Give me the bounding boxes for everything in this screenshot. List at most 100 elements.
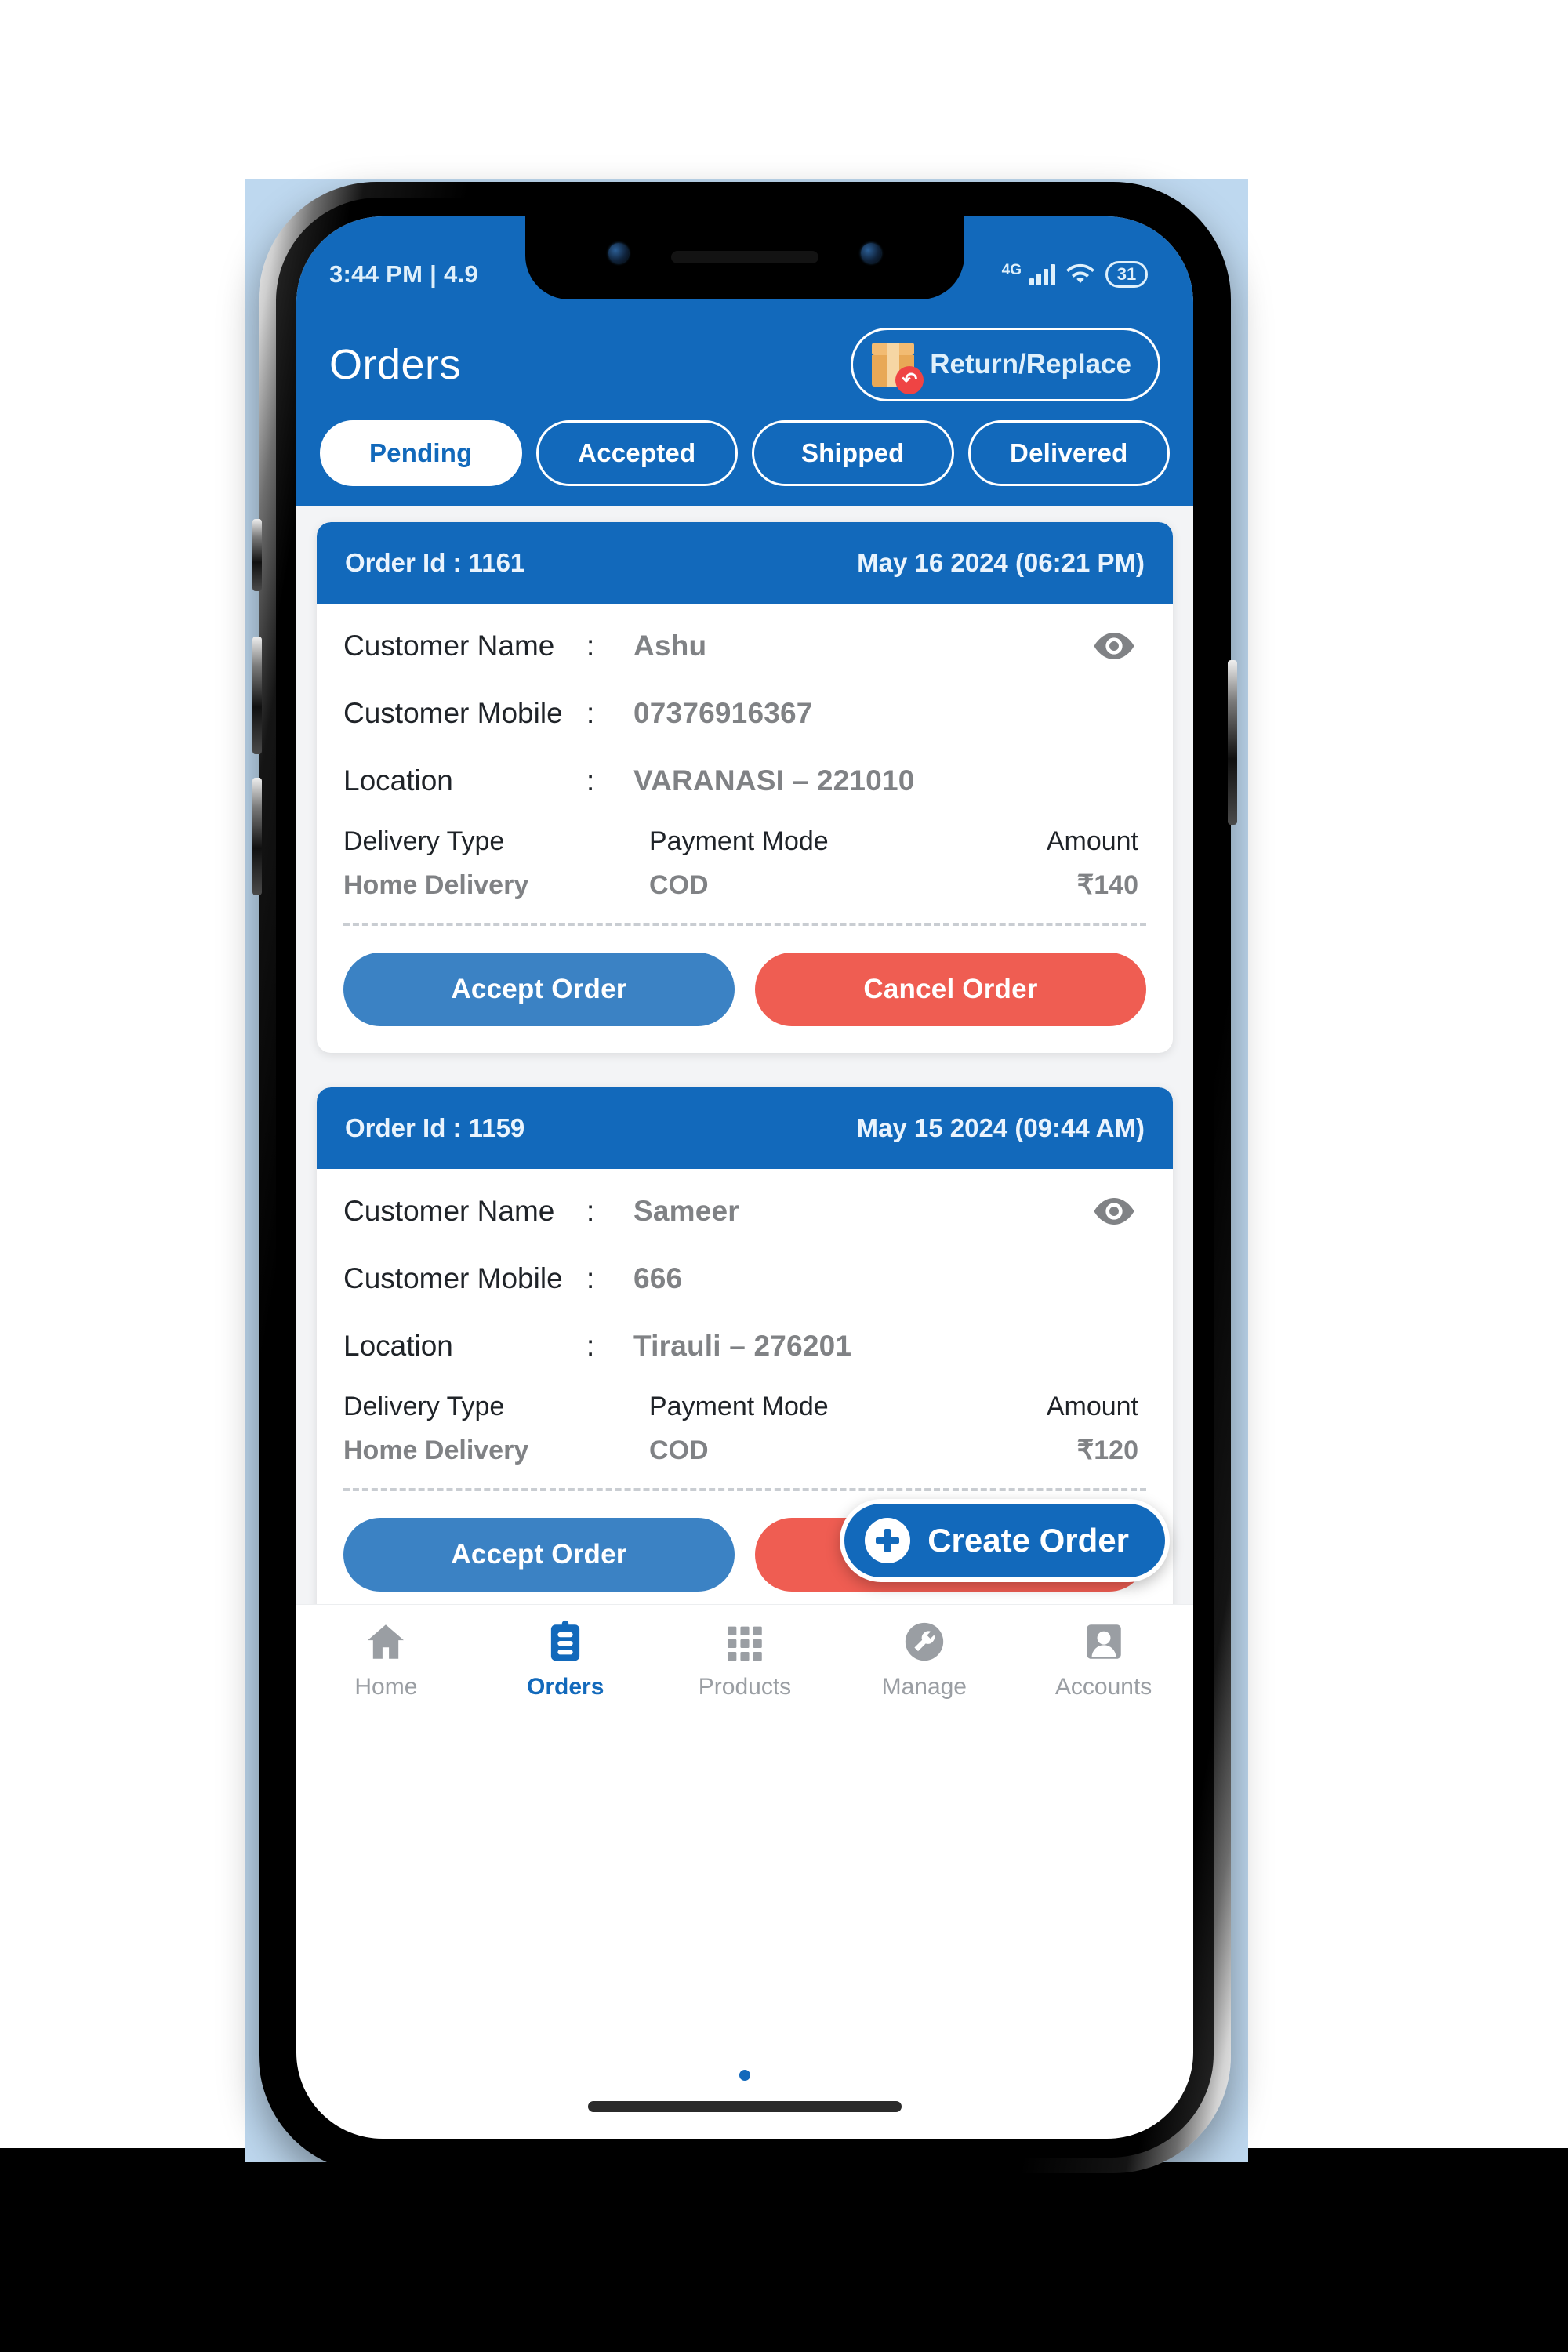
display-notch — [525, 216, 964, 299]
create-order-label: Create Order — [927, 1522, 1129, 1559]
clipboard-icon — [551, 1620, 580, 1661]
customer-name-row: Customer Name : Sameer — [343, 1189, 1146, 1233]
order-card-body: Customer Name : Ashu Customer Mobile: 0… — [317, 604, 1173, 1053]
bottom-black-band — [0, 2148, 1568, 2352]
tab-pending[interactable]: Pending — [320, 420, 522, 486]
delivery-type-value: Home Delivery — [343, 1435, 529, 1465]
grid-icon — [728, 1626, 762, 1661]
accept-order-button[interactable]: Accept Order — [343, 1518, 735, 1592]
status-bar: 3:44 PM | 4.9 4G 31 — [296, 216, 1193, 310]
plus-circle-icon — [865, 1518, 911, 1563]
page-indicator-wrap — [296, 2062, 1193, 2081]
status-indicators: 4G 31 — [1002, 261, 1148, 288]
customer-mobile-value: 666 — [633, 1262, 683, 1294]
screenshot-stage: 3:44 PM | 4.9 4G 31 Orders ↶ Return/Repl… — [0, 0, 1568, 2352]
mute-switch-button[interactable] — [252, 519, 262, 591]
page-title: Orders — [329, 341, 462, 388]
order-meta-headers: Delivery Type Payment Mode Amount — [343, 1392, 1146, 1422]
order-meta-headers: Delivery Type Payment Mode Amount — [343, 826, 1146, 857]
customer-mobile-row: Customer Mobile : 666 — [343, 1257, 1146, 1301]
location-value: Tirauli – 276201 — [633, 1330, 852, 1362]
person-icon — [1086, 1624, 1121, 1659]
earpiece-speaker — [671, 251, 818, 263]
amount-label: Amount — [1046, 826, 1138, 856]
location-row: Location : Tirauli – 276201 — [343, 1324, 1146, 1368]
depth-sensor-icon — [861, 243, 881, 263]
payment-mode-label: Payment Mode — [649, 1392, 829, 1421]
order-meta-values: Home Delivery COD ₹140 — [343, 869, 1146, 901]
cancel-order-button[interactable]: Cancel Order — [755, 953, 1146, 1026]
package-return-icon: ↶ — [872, 343, 924, 394]
order-card-header: Order Id : 1161 May 16 2024 (06:21 PM) — [317, 522, 1173, 604]
colon-separator: : — [586, 764, 595, 797]
status-time: 3:44 PM | 4.9 — [329, 260, 479, 288]
nav-item-products[interactable]: Products — [655, 1619, 835, 1700]
return-replace-label: Return/Replace — [930, 349, 1131, 379]
colon-separator: : — [586, 1262, 595, 1294]
tab-shipped[interactable]: Shipped — [752, 420, 954, 486]
order-actions: Accept Order Cancel Order — [343, 926, 1146, 1053]
home-icon — [368, 1624, 405, 1659]
order-id: Order Id : 1159 — [345, 1113, 525, 1142]
power-button[interactable] — [1228, 660, 1237, 825]
colon-separator: : — [586, 697, 595, 729]
payment-mode-value: COD — [649, 1435, 709, 1465]
location-label: Location — [343, 1330, 453, 1362]
customer-name-value: Ashu — [633, 630, 707, 662]
nav-label-products: Products — [698, 1674, 792, 1700]
colon-separator: : — [586, 1195, 595, 1227]
orders-list[interactable]: Order Id : 1161 May 16 2024 (06:21 PM) C… — [296, 506, 1193, 1604]
amount-value: ₹140 — [1076, 870, 1138, 900]
wrench-icon — [905, 1622, 943, 1661]
tab-accepted[interactable]: Accepted — [535, 420, 738, 486]
delivery-type-value: Home Delivery — [343, 869, 529, 900]
volume-up-button[interactable] — [252, 637, 262, 754]
location-label: Location — [343, 764, 453, 797]
customer-mobile-label: Customer Mobile — [343, 697, 563, 729]
create-order-button[interactable]: Create Order — [840, 1499, 1170, 1582]
nav-item-orders[interactable]: Orders — [476, 1619, 655, 1700]
order-card-header: Order Id : 1159 May 15 2024 (09:44 AM) — [317, 1087, 1173, 1169]
app-header: Orders ↶ Return/Replace — [296, 310, 1193, 409]
colon-separator: : — [586, 630, 595, 662]
nav-item-home[interactable]: Home — [296, 1619, 476, 1700]
order-status-tabs: Pending Accepted Shipped Delivered — [296, 409, 1193, 506]
volume-down-button[interactable] — [252, 778, 262, 895]
network-type-label: 4G — [1001, 262, 1022, 278]
customer-name-label: Customer Name — [343, 1195, 555, 1227]
view-details-eye-icon[interactable] — [1093, 633, 1135, 659]
view-details-eye-icon[interactable] — [1093, 1198, 1135, 1225]
customer-name-row: Customer Name : Ashu — [343, 624, 1146, 668]
nav-item-manage[interactable]: Manage — [834, 1619, 1014, 1700]
customer-mobile-label: Customer Mobile — [343, 1262, 563, 1294]
customer-name-label: Customer Name — [343, 630, 555, 662]
order-date: May 15 2024 (09:44 AM) — [856, 1113, 1145, 1142]
nav-label-manage: Manage — [881, 1674, 967, 1700]
battery-indicator: 31 — [1105, 261, 1148, 288]
delivery-type-label: Delivery Type — [343, 826, 505, 856]
customer-mobile-row: Customer Mobile : 07376916367 — [343, 691, 1146, 735]
wifi-icon — [1066, 263, 1094, 283]
return-replace-button[interactable]: ↶ Return/Replace — [851, 328, 1160, 401]
tab-delivered[interactable]: Delivered — [967, 420, 1170, 486]
home-indicator-bar[interactable] — [588, 2101, 902, 2112]
order-card[interactable]: Order Id : 1161 May 16 2024 (06:21 PM) C… — [317, 522, 1173, 1053]
customer-name-value: Sameer — [633, 1195, 739, 1227]
nav-item-accounts[interactable]: Accounts — [1014, 1619, 1193, 1700]
signal-bars-icon — [1029, 263, 1055, 285]
colon-separator: : — [586, 1330, 595, 1362]
location-value: VARANASI – 221010 — [633, 764, 915, 797]
phone-screen: 3:44 PM | 4.9 4G 31 Orders ↶ Return/Repl… — [296, 216, 1193, 2139]
active-page-dot — [739, 2070, 750, 2081]
payment-mode-label: Payment Mode — [649, 826, 829, 856]
nav-label-accounts: Accounts — [1054, 1674, 1152, 1700]
order-meta-values: Home Delivery COD ₹120 — [343, 1435, 1146, 1466]
front-camera-icon — [608, 243, 629, 263]
accept-order-button[interactable]: Accept Order — [343, 953, 735, 1026]
amount-label: Amount — [1046, 1392, 1138, 1421]
amount-value: ₹120 — [1076, 1436, 1138, 1465]
phone-frame: 3:44 PM | 4.9 4G 31 Orders ↶ Return/Repl… — [252, 182, 1237, 2173]
location-row: Location : VARANASI – 221010 — [343, 759, 1146, 803]
order-id: Order Id : 1161 — [345, 548, 525, 577]
order-date: May 16 2024 (06:21 PM) — [857, 548, 1145, 577]
